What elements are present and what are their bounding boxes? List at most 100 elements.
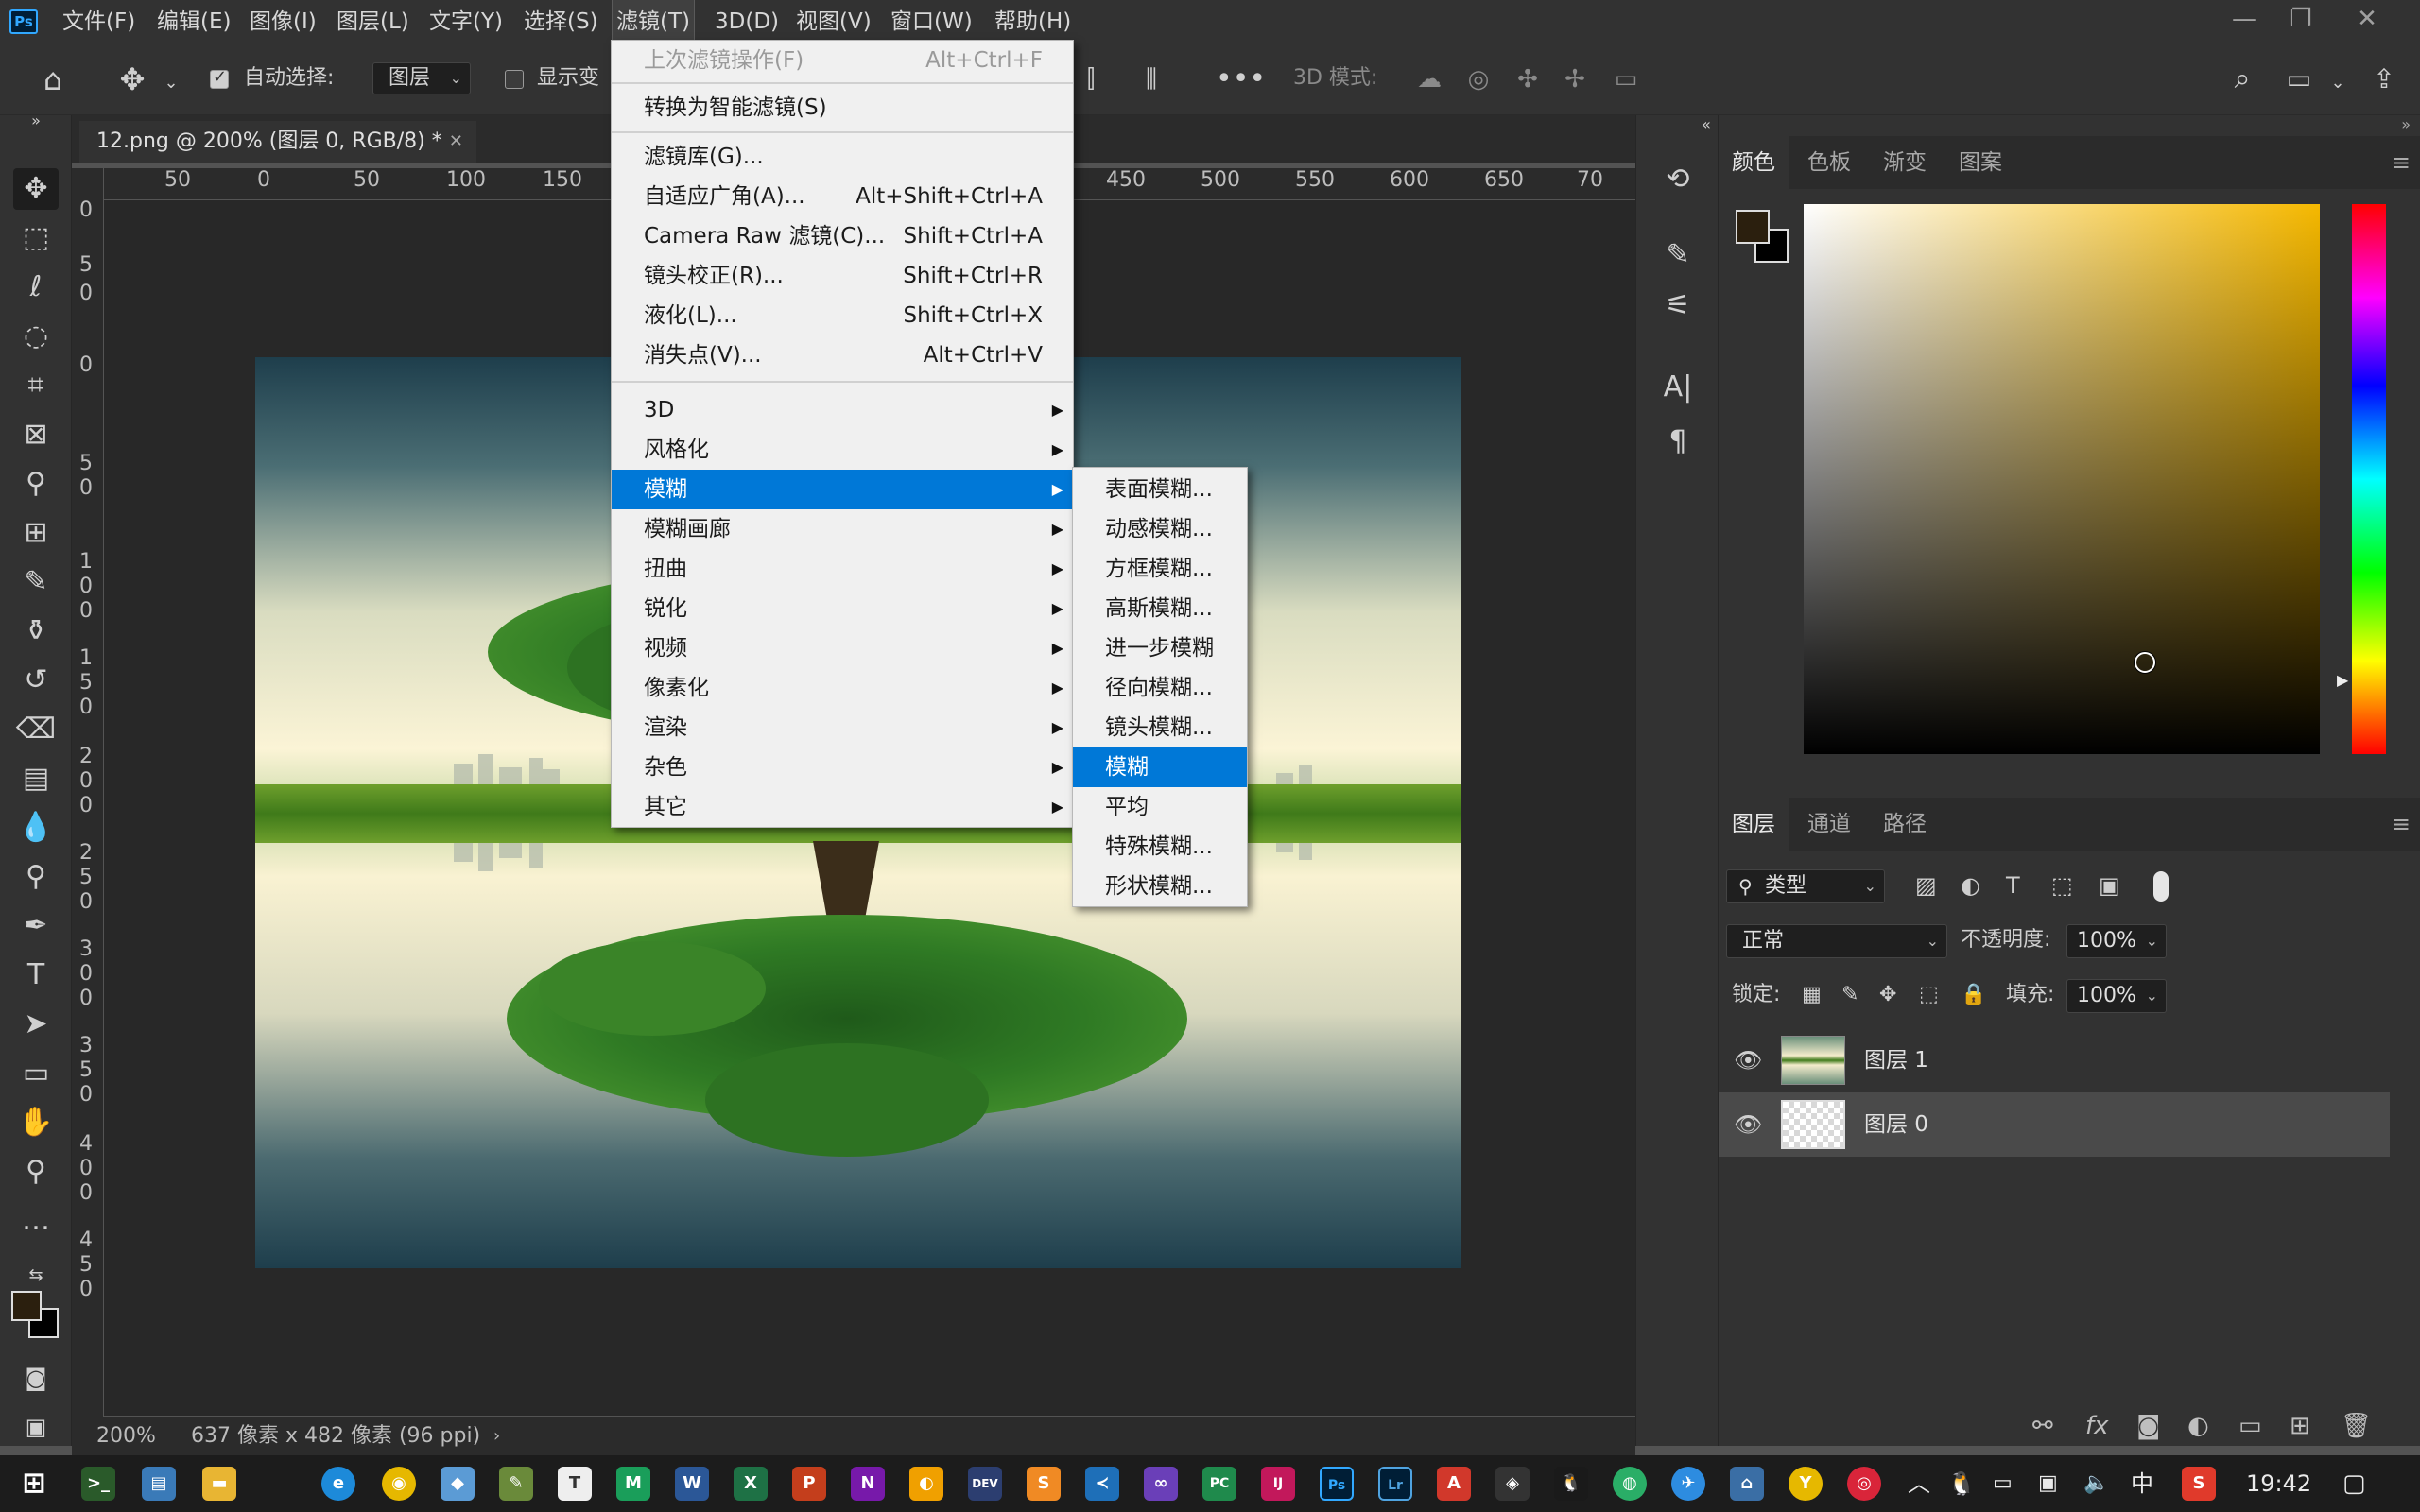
brush-settings-icon[interactable]: ✎ xyxy=(1655,234,1701,276)
menu-layer[interactable]: 图层(L) xyxy=(337,0,409,42)
more-options-icon[interactable]: ••• xyxy=(1216,60,1266,98)
clock-time[interactable]: 19:42 xyxy=(2246,1455,2311,1512)
filter-toggle-switch[interactable] xyxy=(2153,871,2169,902)
deveco-app-icon[interactable]: DEV xyxy=(968,1467,1002,1501)
menu-item-box-blur[interactable]: 方框模糊... xyxy=(1073,549,1247,589)
edit-toolbar-icon[interactable]: … xyxy=(13,1200,59,1242)
tab-channels[interactable]: 通道 xyxy=(1794,798,1864,850)
chrome-app-icon[interactable]: ◉ xyxy=(382,1467,416,1501)
sublime-app-icon[interactable]: S xyxy=(1027,1467,1061,1501)
align-bottom-icon[interactable]: ⫿ xyxy=(1074,60,1108,98)
photoshop-taskbar-icon[interactable]: Ps xyxy=(1320,1467,1354,1501)
visibility-eye-icon[interactable]: 👁 xyxy=(1734,1111,1762,1138)
panel-menu-icon[interactable]: ≡ xyxy=(2392,811,2411,837)
layer-style-fx-icon[interactable]: fx xyxy=(2085,1412,2109,1440)
lock-image-pixels-icon[interactable]: ✎ xyxy=(1841,979,1858,1011)
sogou-input-icon[interactable]: S xyxy=(2182,1467,2216,1501)
menu-image[interactable]: 图像(I) xyxy=(250,0,317,42)
lock-position-icon[interactable]: ✥ xyxy=(1879,979,1896,1011)
blend-mode-dropdown[interactable]: 正常 ⌄ xyxy=(1726,924,1947,958)
minimize-icon[interactable]: — xyxy=(2216,0,2273,38)
menu-item-motion-blur[interactable]: 动感模糊... xyxy=(1073,509,1247,549)
workspace-chevron-down-icon[interactable]: ⌄ xyxy=(2324,64,2352,102)
color-picker-field[interactable] xyxy=(1804,204,2320,754)
layer-name[interactable]: 图层 0 xyxy=(1864,1092,1928,1157)
menu-item-video[interactable]: 视频 ▶ xyxy=(612,628,1073,668)
tray-app-icon[interactable]: ⌂ xyxy=(1730,1467,1764,1501)
notifications-icon[interactable]: ▢ xyxy=(2342,1455,2366,1512)
character-panel-icon[interactable]: A| xyxy=(1655,367,1701,408)
menu-item-stylize[interactable]: 风格化 ▶ xyxy=(612,430,1073,470)
zoom-level[interactable]: 200% xyxy=(96,1418,156,1455)
frame-tool-icon[interactable]: ⊠ xyxy=(13,414,59,455)
zoom-tool-icon[interactable]: ⚲ xyxy=(13,1151,59,1193)
fill-field[interactable]: 100% ⌄ xyxy=(2066,979,2167,1013)
menu-item-liquify[interactable]: 液化(L)... Shift+Ctrl+X xyxy=(612,296,1073,335)
move-tool-icon[interactable]: ✥ xyxy=(13,168,59,210)
menu-filter[interactable]: 滤镜(T) xyxy=(612,0,695,43)
auto-select-target-dropdown[interactable]: 图层 ⌄ xyxy=(372,62,471,94)
terminal-app-icon[interactable]: >_ xyxy=(81,1467,115,1501)
show-transform-checkbox[interactable] xyxy=(505,70,524,89)
vscode-app-icon[interactable]: ≺ xyxy=(1085,1467,1119,1501)
brush-tool-icon[interactable]: ✎ xyxy=(13,561,59,603)
game-app-icon[interactable]: ◈ xyxy=(1495,1467,1530,1501)
foreground-color-swatch[interactable] xyxy=(11,1291,42,1321)
opacity-field[interactable]: 100% ⌄ xyxy=(2066,924,2167,958)
menu-window[interactable]: 窗口(W) xyxy=(890,0,973,42)
lightroom-app-icon[interactable]: Lr xyxy=(1378,1467,1412,1501)
word-app-icon[interactable]: W xyxy=(675,1467,709,1501)
menu-view[interactable]: 视图(V) xyxy=(796,0,872,42)
visibility-eye-icon[interactable]: 👁 xyxy=(1734,1047,1762,1074)
menu-item-gaussian-blur[interactable]: 高斯模糊... xyxy=(1073,589,1247,628)
menu-item-lens-correction[interactable]: 镜头校正(R)... Shift+Ctrl+R xyxy=(612,256,1073,296)
filter-smart-objects-icon[interactable]: ▣ xyxy=(2099,869,2120,902)
crop-tool-icon[interactable]: ⌗ xyxy=(13,365,59,406)
tray-penguin-icon[interactable]: 🐧 xyxy=(1947,1455,1976,1512)
color-picker-cursor[interactable] xyxy=(2135,652,2155,673)
gradient-tool-icon[interactable]: ▤ xyxy=(13,758,59,799)
powerpoint-app-icon[interactable]: P xyxy=(792,1467,826,1501)
hue-slider[interactable] xyxy=(2352,204,2386,754)
3d-camera-icon[interactable]: ▭ xyxy=(1607,60,1645,98)
history-brush-tool-icon[interactable]: ↺ xyxy=(13,660,59,701)
blur-tool-icon[interactable]: 💧 xyxy=(13,807,59,849)
eraser-tool-icon[interactable]: ⌫ xyxy=(13,709,59,750)
menu-item-adaptive-wide-angle[interactable]: 自适应广角(A)... Alt+Shift+Ctrl+A xyxy=(612,177,1073,216)
penguin-app-icon[interactable]: 🐧 xyxy=(1554,1467,1588,1501)
pen-tool-icon[interactable]: ✒ xyxy=(13,905,59,947)
menu-item-sharpen[interactable]: 锐化 ▶ xyxy=(612,589,1073,628)
close-icon[interactable]: ✕ xyxy=(2339,0,2395,38)
quick-mask-icon[interactable]: ◙ xyxy=(13,1357,59,1399)
menu-item-filter-gallery[interactable]: 滤镜库(G)... xyxy=(612,137,1073,177)
collapse-toolbar-icon[interactable]: » xyxy=(13,112,59,130)
menu-item-blur-simple[interactable]: 模糊 xyxy=(1073,747,1247,787)
pycharm-app-icon[interactable]: PC xyxy=(1202,1467,1236,1501)
hue-slider-handle-icon[interactable]: ▶ xyxy=(2337,671,2348,689)
lasso-tool-icon[interactable]: ℓ xyxy=(13,266,59,308)
add-mask-icon[interactable]: ◙ xyxy=(2136,1412,2160,1440)
menu-type[interactable]: 文字(Y) xyxy=(429,0,503,42)
menu-item-lens-blur[interactable]: 镜头模糊... xyxy=(1073,708,1247,747)
menu-file[interactable]: 文件(F) xyxy=(62,0,135,42)
link-layers-icon[interactable]: ⚯ xyxy=(2032,1412,2053,1440)
delete-layer-icon[interactable]: 🗑 xyxy=(2341,1412,2372,1440)
distribute-icon[interactable]: ⫼ xyxy=(1134,60,1168,98)
home-icon[interactable]: ⌂ xyxy=(32,60,74,98)
clone-stamp-tool-icon[interactable]: ⚱ xyxy=(13,610,59,652)
marquee-tool-icon[interactable]: ⬚ xyxy=(13,217,59,259)
lock-artboard-icon[interactable]: ⬚ xyxy=(1919,979,1939,1011)
move-tool-icon[interactable]: ✥ xyxy=(112,60,153,98)
hand-tool-icon[interactable]: ✋ xyxy=(13,1102,59,1143)
menu-help[interactable]: 帮助(H) xyxy=(994,0,1071,42)
dodge-tool-icon[interactable]: ⚲ xyxy=(13,856,59,898)
menu-item-radial-blur[interactable]: 径向模糊... xyxy=(1073,668,1247,708)
3d-pan-icon[interactable]: ✣ xyxy=(1511,60,1545,98)
layer-name[interactable]: 图层 1 xyxy=(1864,1028,1928,1092)
menu-item-blur-gallery[interactable]: 模糊画廊 ▶ xyxy=(612,509,1073,549)
filter-type-layers-icon[interactable]: T xyxy=(2006,869,2020,902)
battery-icon[interactable]: ▭ xyxy=(1993,1455,2013,1512)
menu-item-vanishing-point[interactable]: 消失点(V)... Alt+Ctrl+V xyxy=(612,335,1073,375)
menu-item-3d[interactable]: 3D ▶ xyxy=(612,390,1073,430)
menu-item-smart-blur[interactable]: 特殊模糊... xyxy=(1073,827,1247,867)
